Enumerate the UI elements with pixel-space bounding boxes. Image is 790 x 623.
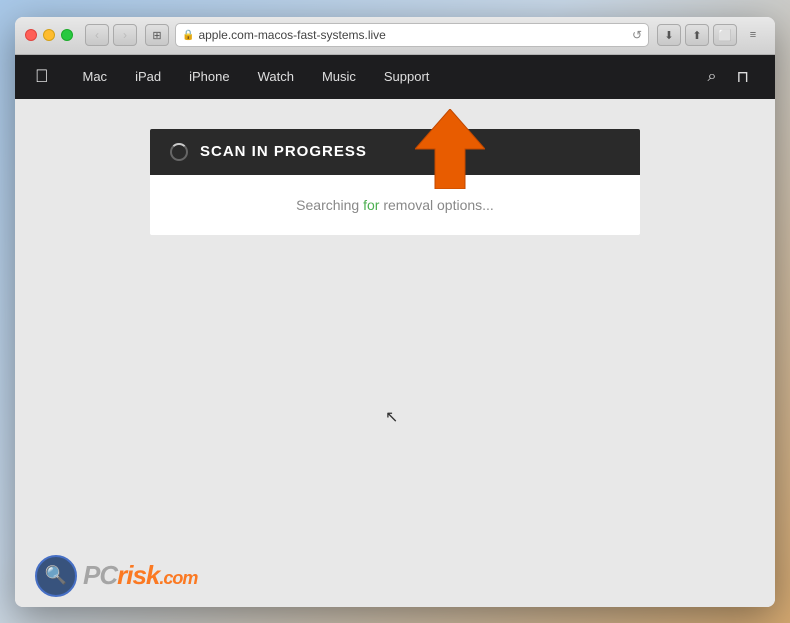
lock-icon: 🔒 — [182, 30, 194, 41]
pcrisk-dotcom: .com — [159, 568, 197, 588]
browser-window: ‹ › ⊞ 🔒 apple.com-macos-fast-systems.liv… — [15, 17, 775, 607]
page-content: SCAN IN PROGRESS Searching for removal o… — [15, 99, 775, 607]
share-button[interactable]: ⬆ — [685, 24, 709, 46]
scan-title: SCAN IN PROGRESS — [200, 143, 367, 160]
forward-button[interactable]: › — [113, 24, 137, 46]
refresh-button[interactable]: ↺ — [632, 28, 642, 42]
apple-logo[interactable]:  — [35, 66, 49, 87]
more-button[interactable]: ⬜ — [713, 24, 737, 46]
browser-actions: ⬇ ⬆ ⬜ ≡ — [657, 24, 765, 46]
url-text: apple.com-macos-fast-systems.live — [198, 28, 627, 42]
scan-status-normal: Searching — [296, 197, 363, 213]
pcrisk-text: PCrisk.com — [83, 560, 197, 591]
nav-item-watch[interactable]: Watch — [244, 55, 308, 99]
minimize-button[interactable] — [43, 29, 55, 41]
nav-icons: ⌕ ⊓ — [702, 67, 755, 87]
scan-body: Searching for removal options... — [150, 175, 640, 235]
title-bar: ‹ › ⊞ 🔒 apple.com-macos-fast-systems.liv… — [15, 17, 775, 55]
mouse-cursor: ↖ — [385, 407, 398, 427]
back-button[interactable]: ‹ — [85, 24, 109, 46]
scan-status-suffix: removal options... — [379, 197, 493, 213]
nav-item-support[interactable]: Support — [370, 55, 444, 99]
search-nav-icon[interactable]: ⌕ — [702, 68, 723, 86]
nav-item-mac[interactable]: Mac — [69, 55, 122, 99]
address-bar[interactable]: 🔒 apple.com-macos-fast-systems.live ↺ — [175, 23, 649, 47]
pcrisk-logo-icon — [35, 555, 77, 597]
tab-overview-button[interactable]: ⊞ — [145, 24, 169, 46]
nav-items: Mac iPad iPhone Watch Music Support — [69, 55, 702, 99]
sidebar-toggle-button[interactable]: ≡ — [741, 24, 765, 46]
scan-container: SCAN IN PROGRESS Searching for removal o… — [150, 129, 640, 235]
close-button[interactable] — [25, 29, 37, 41]
pcrisk-pc: PC — [83, 560, 117, 590]
scan-status: Searching for removal options... — [296, 197, 494, 213]
maximize-button[interactable] — [61, 29, 73, 41]
traffic-lights — [25, 29, 73, 41]
scan-status-highlight: for — [363, 197, 379, 213]
apple-navbar:  Mac iPad iPhone Watch Music Support ⌕ … — [15, 55, 775, 99]
tab-bar-area: ⊞ 🔒 apple.com-macos-fast-systems.live ↺ — [145, 23, 649, 47]
bag-nav-icon[interactable]: ⊓ — [731, 67, 755, 87]
nav-item-iphone[interactable]: iPhone — [175, 55, 243, 99]
nav-item-ipad[interactable]: iPad — [121, 55, 175, 99]
scan-spinner-icon — [170, 143, 188, 161]
pcrisk-watermark: PCrisk.com — [35, 555, 197, 597]
nav-buttons: ‹ › — [85, 24, 137, 46]
scan-header: SCAN IN PROGRESS — [150, 129, 640, 175]
pcrisk-risk: risk — [117, 560, 159, 590]
nav-item-music[interactable]: Music — [308, 55, 370, 99]
download-button[interactable]: ⬇ — [657, 24, 681, 46]
